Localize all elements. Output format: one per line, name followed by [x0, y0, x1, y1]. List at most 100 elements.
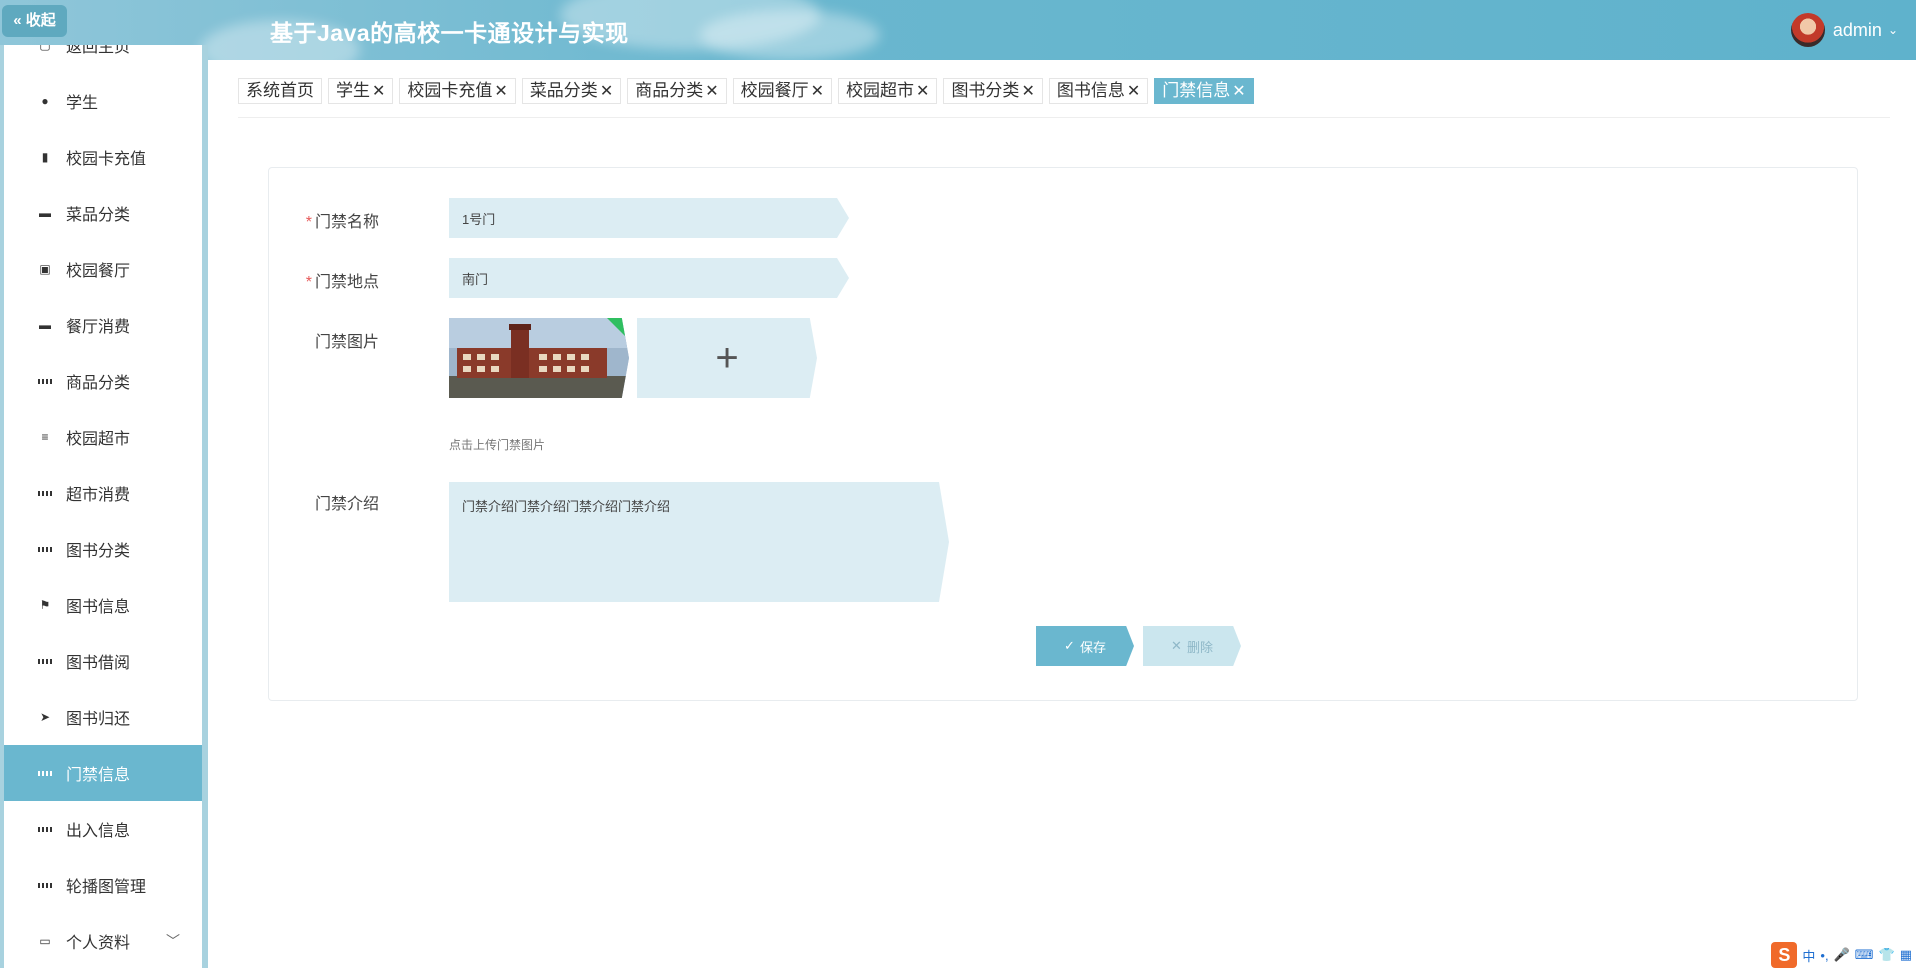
brush-icon: ▮: [41, 150, 49, 164]
grid-icon: [38, 542, 52, 556]
sidebar-item-label: 图书信息: [66, 599, 131, 616]
sidebar-item-label: 校园餐厅: [66, 263, 131, 280]
sidebar-item-label: 商品分类: [66, 375, 131, 392]
toolbox-icon[interactable]: ▦: [1900, 947, 1912, 963]
sidebar-item-profile[interactable]: ▭ 个人资料 ﹀: [4, 913, 202, 968]
send-icon: ➤: [39, 710, 51, 724]
sidebar-item-carousel[interactable]: 轮播图管理: [4, 857, 202, 913]
flag-icon: ⚑: [39, 598, 51, 612]
close-icon[interactable]: ✕: [1021, 83, 1034, 100]
sidebar-item-label: 门禁信息: [66, 767, 131, 784]
sidebar-item-card-recharge[interactable]: ▮ 校园卡充值: [4, 129, 202, 185]
skin-icon[interactable]: 👕: [1879, 947, 1895, 963]
tab-access-info[interactable]: 门禁信息 ✕: [1154, 78, 1254, 104]
sidebar-item-book-borrow[interactable]: 图书借阅: [4, 633, 202, 689]
sidebar-item-label: 出入信息: [66, 823, 131, 840]
close-icon[interactable]: ✕: [372, 83, 385, 100]
username: admin: [1832, 19, 1882, 40]
tab-dish-category[interactable]: 菜品分类 ✕: [521, 78, 622, 104]
top-header: 基于Java的高校一卡通设计与实现 admin ⌄: [0, 0, 1916, 60]
user-menu[interactable]: admin ⌄: [1790, 12, 1898, 48]
avatar: [1790, 13, 1825, 47]
tab-book-category[interactable]: 图书分类 ✕: [943, 78, 1043, 104]
check-icon: ✓: [1064, 638, 1075, 653]
close-icon[interactable]: ✕: [494, 83, 507, 100]
close-icon[interactable]: ✕: [1232, 83, 1245, 100]
ime-language[interactable]: 中: [1802, 946, 1815, 965]
sidebar: ▢ 返回主页 ● 学生 ▮ 校园卡充值 ▬ 菜品分类 ▣ 校园餐厅 ▬ 餐厅消费…: [0, 45, 208, 968]
grid-icon: [38, 654, 52, 668]
home-icon: ▢: [39, 45, 51, 52]
close-icon: ✕: [1171, 638, 1182, 653]
sidebar-item-label: 餐厅消费: [66, 319, 131, 336]
uploaded-image-thumbnail[interactable]: [449, 318, 629, 398]
chevron-down-icon: ⌄: [1887, 23, 1898, 37]
chevron-down-icon: ﹀: [166, 933, 180, 949]
card-icon: ▭: [39, 934, 51, 948]
tab-book-info[interactable]: 图书信息 ✕: [1048, 78, 1149, 104]
grid-icon: [38, 486, 52, 500]
sidebar-item-label: 图书借阅: [66, 655, 131, 672]
tab-card-recharge[interactable]: 校园卡充值 ✕: [399, 78, 516, 104]
sidebar-item-label: 图书分类: [66, 543, 131, 560]
image-upload-hint: 点击上传门禁图片: [449, 438, 546, 452]
delete-button[interactable]: ✕ 删除: [1143, 626, 1241, 666]
access-location-input[interactable]: 南门: [449, 258, 849, 298]
sogou-logo-icon[interactable]: S: [1771, 942, 1798, 968]
collapse-sidebar-button[interactable]: « 收起: [2, 5, 67, 37]
intro-label: 门禁介绍: [314, 496, 379, 513]
building-photo: [449, 318, 629, 398]
access-name-input[interactable]: 1号门: [449, 198, 849, 238]
close-icon[interactable]: ✕: [811, 83, 824, 100]
grid-icon: [38, 766, 52, 780]
chat-icon: ▬: [39, 206, 51, 220]
sidebar-item-label: 超市消费: [66, 487, 131, 504]
save-button[interactable]: ✓ 保存: [1036, 626, 1134, 666]
tab-canteen[interactable]: 校园餐厅 ✕: [732, 78, 833, 104]
sidebar-item-goods-category[interactable]: 商品分类: [4, 353, 202, 409]
tab-home[interactable]: 系统首页: [238, 78, 322, 104]
sidebar-item-label: 图书归还: [66, 711, 131, 728]
clipboard-icon: ▣: [39, 262, 51, 276]
sidebar-item-label: 校园超市: [66, 431, 131, 448]
close-icon[interactable]: ✕: [600, 83, 613, 100]
user-icon: ●: [41, 94, 49, 108]
sidebar-item-canteen[interactable]: ▣ 校园餐厅: [4, 241, 202, 297]
sidebar-item-student[interactable]: ● 学生: [4, 73, 202, 129]
grid-icon: [38, 374, 52, 388]
sidebar-item-label: 菜品分类: [66, 207, 131, 224]
sidebar-item-label: 校园卡充值: [66, 151, 147, 168]
sidebar-item-book-category[interactable]: 图书分类: [4, 521, 202, 577]
tab-supermarket[interactable]: 校园超市 ✕: [838, 78, 938, 104]
sidebar-item-book-return[interactable]: ➤ 图书归还: [4, 689, 202, 745]
add-image-button[interactable]: +: [637, 318, 817, 398]
sidebar-item-canteen-consumption[interactable]: ▬ 餐厅消费: [4, 297, 202, 353]
sidebar-item-label: 返回主页: [66, 45, 131, 56]
close-icon[interactable]: ✕: [1127, 83, 1140, 100]
list-icon: ≡: [41, 430, 49, 444]
tab-goods-category[interactable]: 商品分类 ✕: [627, 78, 727, 104]
sidebar-item-home[interactable]: ▢ 返回主页: [4, 45, 202, 73]
access-form-card: * 门禁名称 1号门 * 门禁地点 南门 门禁图片 + 点击上传门禁图片 门禁介绍 …: [268, 167, 1858, 701]
grid-icon: [38, 878, 52, 892]
location-label: * 门禁地点: [305, 274, 379, 291]
name-label: * 门禁名称: [305, 214, 379, 231]
access-intro-textarea[interactable]: 门禁介绍门禁介绍门禁介绍门禁介绍: [449, 482, 949, 602]
microphone-icon[interactable]: 🎤: [1834, 947, 1850, 963]
tab-bar: 系统首页 学生 ✕ 校园卡充值 ✕ 菜品分类 ✕ 商品分类 ✕ 校园餐厅 ✕ 校园超市 ✕ …: [238, 78, 1890, 118]
monitor-icon: ▬: [39, 318, 51, 332]
sidebar-item-book-info[interactable]: ⚑ 图书信息: [4, 577, 202, 633]
sidebar-item-entry-exit[interactable]: 出入信息: [4, 801, 202, 857]
sidebar-item-access-info[interactable]: 门禁信息: [4, 745, 202, 801]
punctuation-icon[interactable]: •,: [1820, 948, 1828, 963]
keyboard-icon[interactable]: ⌨: [1855, 947, 1874, 963]
plus-icon: +: [715, 335, 739, 380]
sidebar-item-dish-category[interactable]: ▬ 菜品分类: [4, 185, 202, 241]
app-title: 基于Java的高校一卡通设计与实现: [270, 20, 629, 46]
tab-student[interactable]: 学生 ✕: [328, 78, 394, 104]
close-icon[interactable]: ✕: [705, 83, 718, 100]
sidebar-item-label: 轮播图管理: [66, 879, 147, 896]
sidebar-item-supermarket[interactable]: ≡ 校园超市: [4, 409, 202, 465]
close-icon[interactable]: ✕: [916, 83, 929, 100]
sidebar-item-supermarket-consumption[interactable]: 超市消费: [4, 465, 202, 521]
